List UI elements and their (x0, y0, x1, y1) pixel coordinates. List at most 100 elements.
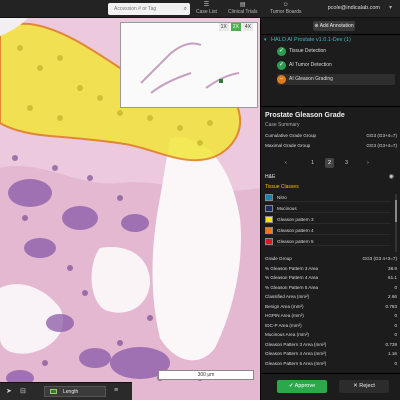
class-scrollbar[interactable] (395, 194, 397, 252)
top-bar: Accession # or Tag ⌕ ☰ Case List ▤ Clini… (0, 0, 400, 18)
metric-label: IDC-P Area (mm²) (265, 322, 302, 328)
class-row[interactable]: Mucinous (265, 204, 391, 213)
search-input[interactable]: Accession # or Tag ⌕ (108, 3, 190, 15)
scale-bar: 300 μm (158, 370, 254, 380)
metric-row: IDC-P Area (mm²) 0 (265, 322, 397, 330)
metric-label: Gleason Pattern 3 Area (mm²) (265, 341, 327, 347)
summary-value: GG3 (G3+4=7) (366, 133, 397, 138)
chevron-down-icon[interactable]: ▾ (389, 4, 392, 11)
nav-label: Tumor Boards (270, 9, 302, 15)
slide-viewer[interactable]: 1X 2X 4X 300 μm ➤ ⊟ Length ≡ (0, 18, 260, 400)
metric-row: % Gleason Pattern 5 Area 0 (265, 284, 397, 292)
add-annotation-label: Add Annotation (319, 23, 354, 29)
chevron-down-icon[interactable]: ▾ (264, 37, 267, 43)
divider (261, 373, 400, 374)
metric-value: 0 (394, 284, 397, 290)
metric-label: Grade Group (265, 256, 292, 261)
metric-value: 0 (394, 322, 397, 328)
metric-row: Benign Area (mm²) 0.783 (265, 303, 397, 311)
metric-row: % Gleason Pattern 3 Area 38.9 (265, 265, 397, 273)
page-1[interactable]: 1 (311, 158, 314, 168)
class-swatch (265, 238, 273, 245)
class-label: Nitro (277, 195, 287, 200)
nav-case-list[interactable]: ☰ Case List (196, 2, 217, 15)
scrollbar-thumb[interactable] (395, 200, 397, 222)
summary-value: GG3 (G3+4=7) (366, 143, 397, 148)
nav-label: Clinical Trials (228, 9, 258, 15)
zoom-2x-button[interactable]: 2X (230, 23, 241, 31)
divider (261, 106, 400, 107)
thumbnail-image (140, 42, 240, 94)
metric-row: % Gleason Pattern 4 Area 61.1 (265, 274, 397, 282)
stain-label: H&E (265, 174, 276, 180)
class-label: Gleason pattern 5 (277, 239, 314, 244)
metric-value: GG3 (G3 4+3=7) (362, 256, 397, 261)
metric-value: 0.783 (385, 303, 398, 309)
user-email[interactable]: pcole@indicalab.com (328, 5, 380, 11)
metric-row: Mucinous Area (mm²) 0 (265, 331, 397, 339)
metric-value: 0 (394, 360, 397, 366)
metric-row: Gleason Pattern 3 Area (mm²) 0.739 (265, 341, 397, 349)
prev-page-button[interactable]: ‹ (285, 158, 287, 168)
measure-tool-select[interactable]: Length (44, 386, 106, 397)
nav-tumor-boards[interactable]: ☺ Tumor Boards (270, 2, 302, 15)
metric-row: Gleason Pattern 5 Area (mm²) 0 (265, 360, 397, 368)
add-annotation-button[interactable]: ⊕ Add Annotation (313, 21, 355, 31)
page-3[interactable]: 3 (345, 158, 348, 168)
metric-value: 0 (394, 313, 397, 318)
metric-value: 61.1 (388, 275, 397, 280)
minus-icon: – (277, 75, 286, 84)
tool-label: Length (63, 389, 79, 395)
class-swatch (265, 194, 273, 201)
step-ai-gleason-grading[interactable]: – AI Gleason Grading (277, 74, 395, 85)
zoom-1x-button[interactable]: 1X (218, 23, 229, 31)
metric-label: % Gleason Pattern 4 Area (265, 275, 319, 280)
class-row[interactable]: Nitro (265, 193, 391, 202)
section-subtitle: Case Summary (265, 122, 300, 128)
tissue-classes-label: Tissue Classes (265, 184, 299, 190)
step-tissue-detection[interactable]: ✓ Tissue Detection (277, 46, 395, 57)
analysis-panel: ⊕ Add Annotation ▾ HALO AI Prostate v1.0… (260, 18, 400, 400)
metric-value: 0 (394, 332, 397, 337)
metric-value: 1.16 (388, 351, 397, 356)
ruler-icon[interactable]: ⊟ (20, 387, 26, 395)
class-row[interactable]: Gleason pattern 3 (265, 215, 391, 224)
list-icon: ☰ (203, 2, 210, 8)
summary-row: Maximal Grade Group GG3 (G3+4=7) (265, 142, 397, 150)
nav-clinical-trials[interactable]: ▤ Clinical Trials (228, 2, 257, 15)
step-ai-tumor-detection[interactable]: ✓ AI Tumor Detection (277, 60, 395, 71)
cursor-icon[interactable]: ➤ (6, 387, 12, 395)
eye-icon[interactable]: ◉ (389, 173, 394, 180)
thumbnail-navigator[interactable]: 1X 2X 4X (120, 22, 258, 108)
class-row[interactable]: Gleason pattern 5 (265, 237, 391, 246)
zoom-4x-button[interactable]: 4X (242, 23, 253, 31)
algorithm-title[interactable]: HALO AI Prostate v1.0.1-Dev (1) (271, 37, 351, 43)
metric-value: 0.739 (385, 341, 398, 347)
class-label: Gleason pattern 3 (277, 217, 314, 222)
reject-button[interactable]: ✕ Reject (339, 380, 389, 393)
people-icon: ☺ (282, 2, 289, 8)
step-label: AI Gleason Grading (289, 76, 333, 82)
metric-row: Gleason Pattern 4 Area (mm²) 1.16 (265, 350, 397, 358)
metric-value: 38.9 (388, 265, 397, 271)
class-swatch (265, 227, 273, 234)
nav-label: Case List (196, 9, 217, 15)
section-title: Prostate Gleason Grade (265, 112, 345, 119)
step-label: Tissue Detection (289, 48, 327, 54)
menu-icon[interactable]: ≡ (114, 387, 118, 394)
check-icon: ✓ (277, 61, 286, 70)
metric-label: HGPIN Area (mm²) (265, 313, 304, 318)
class-swatch (265, 216, 273, 223)
search-icon[interactable]: ⌕ (184, 3, 187, 15)
summary-row: Cumulative Grade Group GG3 (G3+4=7) (265, 132, 397, 140)
class-row[interactable]: Gleason pattern 4 (265, 226, 391, 235)
bottom-toolbar: ➤ ⊟ Length ≡ (0, 382, 132, 400)
pagination: ‹ 1 2 3 › (281, 158, 381, 168)
class-label: Gleason pattern 4 (277, 228, 314, 233)
metric-label: % Gleason Pattern 5 Area (265, 284, 319, 290)
metric-label: Mucinous Area (mm²) (265, 332, 309, 337)
page-2[interactable]: 2 (325, 158, 335, 168)
approve-button[interactable]: ✔ Approve (277, 380, 327, 393)
next-page-button[interactable]: › (367, 158, 369, 168)
divider (261, 34, 400, 35)
